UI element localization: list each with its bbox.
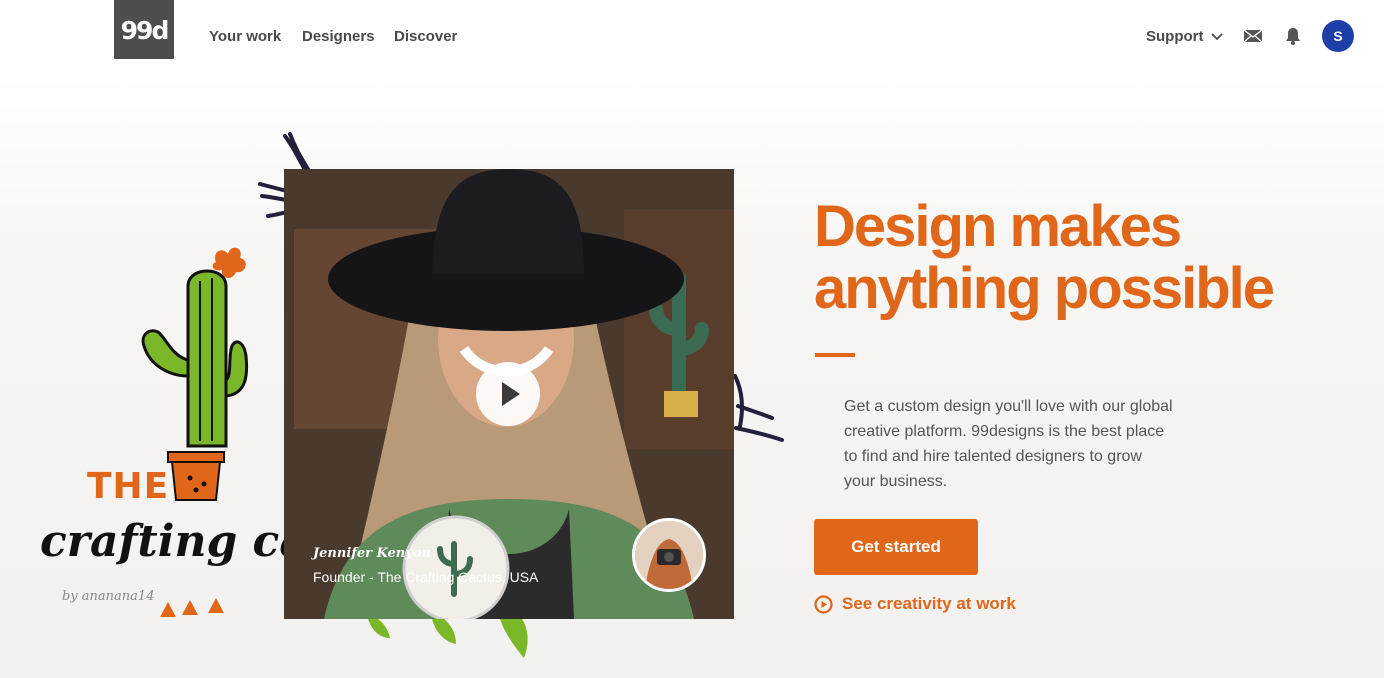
play-icon	[502, 382, 520, 406]
logo[interactable]: 99d	[114, 0, 174, 59]
top-navigation: 99d Your work Designers Discover Support…	[0, 0, 1384, 76]
avatar[interactable]: S	[1322, 20, 1354, 52]
nav-your-work[interactable]: Your work	[209, 28, 281, 45]
hero-section: THE crafting cac by ananana14 Jennifer K…	[0, 76, 1384, 678]
see-creativity-label: See creativity at work	[842, 594, 1016, 613]
designer-photo	[635, 521, 703, 589]
support-label: Support	[1146, 28, 1204, 45]
get-started-button[interactable]: Get started	[814, 519, 978, 575]
illustration-brand-word-1: THE	[87, 466, 170, 507]
hero-headline: Design makes anything possible	[814, 194, 1275, 321]
nav-designers[interactable]: Designers	[302, 28, 375, 45]
illustration-credit: by ananana14	[62, 589, 155, 604]
designer-avatar[interactable]	[632, 518, 706, 592]
testimonial-name: Jennifer Kenyon	[313, 546, 431, 561]
play-button[interactable]	[476, 362, 540, 426]
headline-divider	[815, 353, 855, 357]
chevron-down-icon	[1211, 28, 1223, 45]
bell-icon[interactable]	[1283, 26, 1303, 46]
nav-discover[interactable]: Discover	[394, 28, 457, 45]
hero-description: Get a custom design you'll love with our…	[844, 398, 1173, 490]
testimonial-role: Founder - The Crafting Cactus, USA	[313, 569, 539, 585]
play-circle-icon	[814, 594, 833, 614]
see-creativity-link[interactable]: See creativity at work	[814, 594, 1016, 614]
mail-icon[interactable]	[1243, 26, 1263, 46]
support-menu[interactable]: Support	[1146, 28, 1223, 45]
